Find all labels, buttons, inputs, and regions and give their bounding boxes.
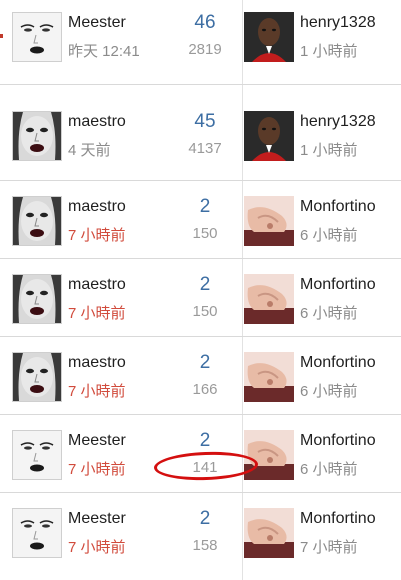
last-poster-avatar[interactable] <box>244 12 294 62</box>
last-post-time: 1 小時前 <box>300 142 358 159</box>
author-avatar[interactable] <box>12 12 62 62</box>
reply-count: 2 <box>199 274 211 295</box>
last-poster-avatar[interactable] <box>244 274 294 324</box>
last-poster-name[interactable]: Monfortino <box>300 198 376 216</box>
row-separator <box>0 414 401 415</box>
view-count: 150 <box>192 225 218 242</box>
author-time: 7 小時前 <box>68 383 126 400</box>
view-count: 2819 <box>188 41 222 58</box>
view-count: 4137 <box>188 140 222 157</box>
last-poster-name[interactable]: Monfortino <box>300 432 376 450</box>
author-time: 7 小時前 <box>68 539 126 556</box>
author-name[interactable]: maestro <box>68 113 126 131</box>
author-avatar[interactable] <box>12 430 62 480</box>
last-post-time: 1 小時前 <box>300 43 358 60</box>
row-separator <box>0 258 401 259</box>
last-poster-avatar[interactable] <box>244 352 294 402</box>
author-time: 昨天 12:41 <box>68 43 140 60</box>
row-separator <box>0 180 401 181</box>
last-poster-name[interactable]: Monfortino <box>300 354 376 372</box>
author-avatar[interactable] <box>12 508 62 558</box>
view-count: 158 <box>192 537 218 554</box>
last-poster-avatar[interactable] <box>244 430 294 480</box>
author-time: 7 小時前 <box>68 227 126 244</box>
last-poster-name[interactable]: Monfortino <box>300 276 376 294</box>
thread-row[interactable]: maestro 7 小時前 2 150 Monfortino 6 小時前 <box>0 266 401 344</box>
view-count: 150 <box>192 303 218 320</box>
last-post-time: 6 小時前 <box>300 461 358 478</box>
author-name[interactable]: Meester <box>68 14 126 32</box>
thread-row[interactable]: maestro 7 小時前 2 150 Monfortino 6 小時前 <box>0 188 401 266</box>
last-post-time: 6 小時前 <box>300 383 358 400</box>
last-post-time: 6 小時前 <box>300 227 358 244</box>
reply-count: 2 <box>199 196 211 217</box>
last-poster-avatar[interactable] <box>244 111 294 161</box>
author-avatar[interactable] <box>12 274 62 324</box>
author-avatar[interactable] <box>12 111 62 161</box>
row-separator <box>0 336 401 337</box>
row-separator <box>0 492 401 493</box>
author-time: 7 小時前 <box>68 461 126 478</box>
last-poster-avatar[interactable] <box>244 196 294 246</box>
reply-count: 45 <box>194 111 216 132</box>
thread-row[interactable]: maestro 4 天前 45 4137 henry1328 1 小時前 <box>0 103 401 181</box>
last-poster-name[interactable]: henry1328 <box>300 14 376 32</box>
last-post-time: 6 小時前 <box>300 305 358 322</box>
last-post-time: 7 小時前 <box>300 539 358 556</box>
author-time: 4 天前 <box>68 142 111 159</box>
reply-count: 2 <box>199 508 211 529</box>
author-name[interactable]: maestro <box>68 276 126 294</box>
thread-row[interactable]: Meester 昨天 12:41 46 2819 henry1328 1 小時前 <box>0 4 401 82</box>
thread-row[interactable]: Meester 7 小時前 2 158 Monfortino 7 小時前 <box>0 500 401 578</box>
last-poster-name[interactable]: henry1328 <box>300 113 376 131</box>
view-count: 166 <box>192 381 218 398</box>
row-separator <box>0 84 401 85</box>
author-name[interactable]: Meester <box>68 510 126 528</box>
thread-row[interactable]: maestro 7 小時前 2 166 Monfortino 6 小時前 <box>0 344 401 422</box>
author-name[interactable]: Meester <box>68 432 126 450</box>
reply-count: 46 <box>194 12 216 33</box>
reply-count: 2 <box>199 352 211 373</box>
reply-count: 2 <box>199 430 211 451</box>
author-time: 7 小時前 <box>68 305 126 322</box>
author-name[interactable]: maestro <box>68 198 126 216</box>
author-avatar[interactable] <box>12 352 62 402</box>
last-poster-avatar[interactable] <box>244 508 294 558</box>
last-poster-name[interactable]: Monfortino <box>300 510 376 528</box>
author-avatar[interactable] <box>12 196 62 246</box>
author-name[interactable]: maestro <box>68 354 126 372</box>
